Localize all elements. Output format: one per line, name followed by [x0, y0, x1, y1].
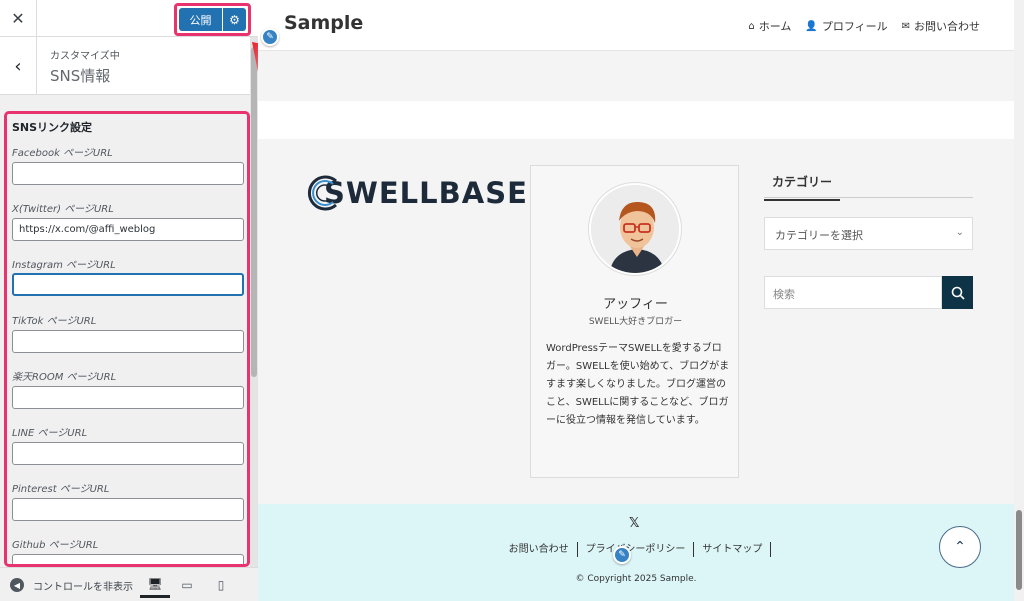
content-band-white [258, 101, 1014, 139]
tiktok-url-input[interactable] [12, 330, 244, 353]
footer-link-privacy[interactable]: プライバシーポリシー [578, 542, 695, 557]
site-preview: Sample ✎ ⌂ ホーム 👤 プロフィール ✉ お問い合わせ SWELLBASE [258, 0, 1014, 601]
search-input[interactable]: 検索 [764, 276, 942, 309]
close-customizer-button[interactable]: ✕ [0, 0, 37, 37]
category-select-value: カテゴリーを選択 [775, 229, 863, 242]
edit-shortcut-icon[interactable]: ✎ [613, 546, 631, 564]
desktop-icon: 🖥 [147, 576, 163, 591]
x-twitter-icon[interactable]: 𝕏 [629, 516, 639, 531]
section-header: ‹ カスタマイズ中 SNS情報 [0, 37, 250, 95]
footer-widgets: SWELLBASE アッフィー SWELL大好きブロガー WordPressテー [258, 139, 1014, 504]
site-title[interactable]: Sample [284, 12, 363, 34]
github-url-input[interactable] [12, 554, 244, 564]
customizer-topbar: ✕ 公開 ⚙ [0, 0, 258, 37]
footer-link-sitemap[interactable]: サイトマップ [694, 542, 772, 557]
site-header: Sample ✎ ⌂ ホーム 👤 プロフィール ✉ お問い合わせ [258, 0, 1014, 51]
chevron-up-icon: ⌃ [954, 539, 966, 555]
category-divider [764, 197, 973, 198]
rakuten-room-url-input[interactable] [12, 386, 244, 409]
field-label-rakuten-room: 楽天ROOM ページURL [12, 372, 117, 383]
publish-highlight: 公開 ⚙ [174, 3, 251, 36]
user-icon: 👤 [805, 20, 818, 32]
desktop-preview-button[interactable]: 🖥 [140, 572, 170, 598]
search-icon [951, 286, 965, 300]
avatar [589, 183, 681, 275]
tablet-preview-button[interactable]: ▭ [172, 572, 202, 598]
nav-item-profile[interactable]: 👤 プロフィール [805, 18, 887, 34]
logo-mark-icon [307, 175, 337, 211]
field-label-instagram: Instagram ページURL [12, 260, 116, 271]
nav-item-contact[interactable]: ✉ お問い合わせ [902, 18, 980, 34]
nav-label: プロフィール [821, 20, 888, 33]
mail-icon: ✉ [901, 20, 910, 32]
customizing-label: カスタマイズ中 [50, 51, 120, 62]
field-label-pinterest: Pinterest ページURL [12, 484, 110, 495]
field-label-tiktok: TikTok ページURL [12, 316, 97, 327]
profile-role: SWELL大好きブロガー [588, 317, 683, 327]
section-title: SNS情報 [50, 67, 111, 85]
profile-bio: WordPressテーマSWELLを愛するブロガー。SWELLを使い始めて、ブロ… [546, 343, 730, 426]
nav-label: ホーム [758, 20, 792, 33]
sidebar-scrollbar[interactable] [250, 37, 258, 567]
home-icon: ⌂ [748, 20, 755, 32]
facebook-url-input[interactable] [12, 162, 244, 185]
logo-text: SWELLBASE [324, 176, 528, 210]
x-twitter-url-input[interactable] [12, 218, 244, 241]
collapse-controls-button[interactable]: コントロールを非表示 [33, 578, 138, 593]
customizer-footer-controls: ◀ コントロールを非表示 🖥 ▭ ▯ [0, 567, 258, 601]
preview-scrollbar-thumb[interactable] [1016, 510, 1022, 590]
instagram-url-input[interactable] [12, 273, 244, 296]
footer-links: お問い合わせ プライバシーポリシー サイトマップ [258, 542, 1014, 557]
chevron-down-icon: ⌄ [955, 227, 964, 238]
back-to-top-button[interactable]: ⌃ [939, 526, 981, 568]
mobile-icon: ▯ [217, 578, 225, 592]
nav-label: お問い合わせ [914, 20, 980, 33]
field-label-github: Github ページURL [12, 540, 99, 551]
field-label-x-twitter: X(Twitter) ページURL [12, 204, 114, 215]
back-button[interactable]: ‹ [0, 37, 37, 95]
footer-link-contact[interactable]: お問い合わせ [501, 542, 578, 557]
global-nav: ⌂ ホーム 👤 プロフィール ✉ お問い合わせ [748, 18, 980, 34]
site-footer: 𝕏 お問い合わせ プライバシーポリシー サイトマップ ✎ © Copyright… [258, 504, 1014, 601]
pinterest-url-input[interactable] [12, 498, 244, 521]
gear-icon: ⚙ [229, 12, 240, 27]
sns-settings-panel: SNSリンク設定 Facebook ページURL X(Twitter) ページU… [4, 111, 250, 567]
preview-scrollbar[interactable] [1014, 0, 1024, 601]
customizer-sidebar: ✕ 公開 ⚙ ‹ カスタマイズ中 SNS情報 SNSリンク設定 Facebook… [0, 0, 258, 601]
profile-widget: アッフィー SWELL大好きブロガー WordPressテーマSWELLを愛する… [530, 165, 739, 478]
swellbase-logo[interactable]: SWELLBASE [306, 175, 528, 211]
close-icon: ✕ [11, 9, 25, 28]
category-select[interactable]: カテゴリーを選択 ⌄ [764, 217, 973, 250]
copyright: © Copyright 2025 Sample. [575, 574, 697, 584]
collapse-icon[interactable]: ◀ [10, 578, 24, 592]
sns-heading: SNSリンク設定 [12, 121, 93, 134]
content-band [258, 51, 1014, 101]
tablet-icon: ▭ [181, 578, 193, 592]
publish-button[interactable]: 公開 [179, 8, 222, 31]
line-url-input[interactable] [12, 442, 244, 465]
publish-settings-button[interactable]: ⚙ [223, 8, 246, 31]
chevron-left-icon: ‹ [14, 55, 22, 77]
field-label-line: LINE ページURL [12, 428, 88, 439]
field-label-facebook: Facebook ページURL [12, 148, 113, 159]
edit-shortcut-icon[interactable]: ✎ [261, 28, 279, 46]
search-button[interactable] [942, 276, 973, 309]
profile-name: アッフィー [603, 297, 668, 312]
nav-item-home[interactable]: ⌂ ホーム [748, 18, 791, 34]
mobile-preview-button[interactable]: ▯ [206, 572, 236, 598]
